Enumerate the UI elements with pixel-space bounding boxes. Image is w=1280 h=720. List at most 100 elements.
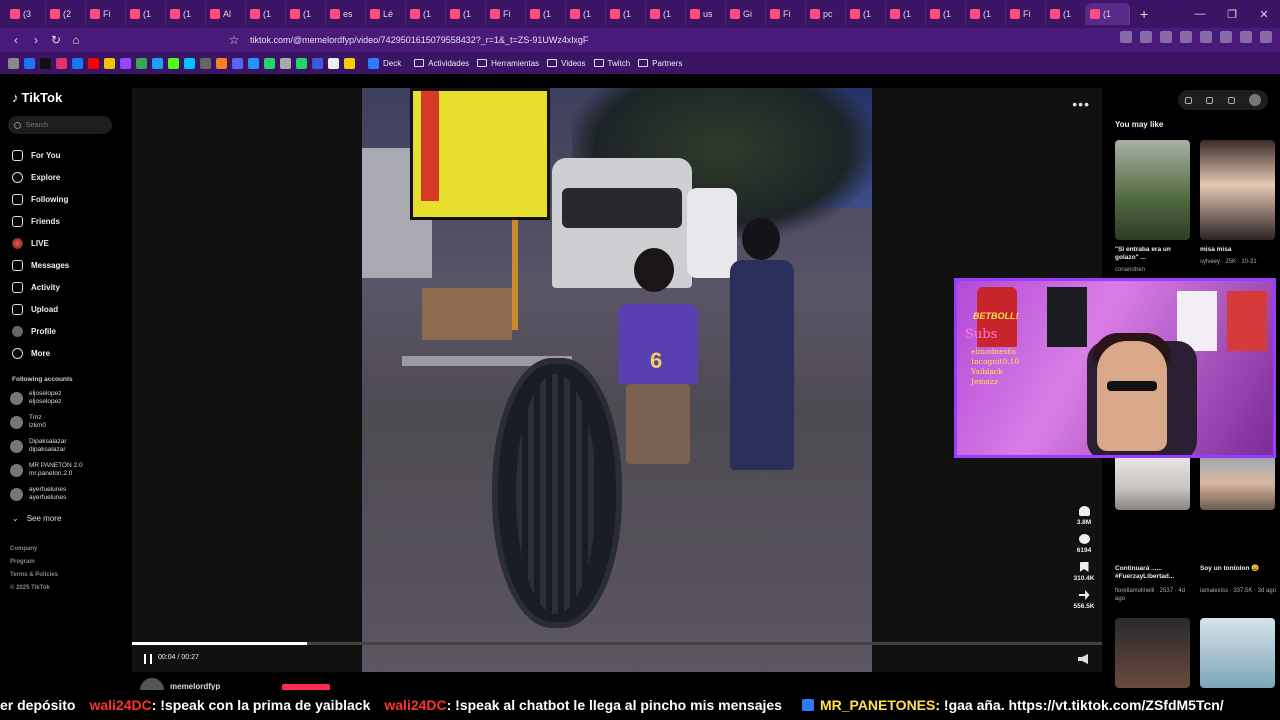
reload-icon[interactable]: ↻ <box>46 33 66 47</box>
footer-link[interactable]: Program <box>10 559 35 565</box>
sidebar-item-explore[interactable]: Explore <box>12 166 69 188</box>
extension-icon[interactable] <box>1220 31 1232 43</box>
restore-icon[interactable]: ❐ <box>1216 8 1248 21</box>
bookmark-icon[interactable] <box>200 57 211 69</box>
browser-tab[interactable]: Fi <box>766 3 806 25</box>
following-account[interactable]: ayerfuelunes ayerfuelunes <box>10 482 66 506</box>
sidebar-item-upload[interactable]: Upload <box>12 298 69 320</box>
sidebar-item-messages[interactable]: Messages <box>12 254 69 276</box>
bookmark-icon[interactable] <box>152 57 163 69</box>
action-heart[interactable]: 3.8M <box>1070 506 1098 526</box>
browser-tab[interactable]: Fi <box>486 3 526 25</box>
sidebar-item-more[interactable]: More <box>12 342 69 364</box>
browser-tab[interactable]: (1 <box>966 3 1006 25</box>
browser-tab[interactable]: (1 <box>406 3 446 25</box>
bookmark-icon[interactable] <box>328 57 339 69</box>
bookmark-folder[interactable]: Herramientas <box>477 59 539 68</box>
tiktok-logo[interactable]: ♪ TikTok <box>12 90 62 105</box>
bookmark-icon[interactable] <box>216 57 227 69</box>
bookmark-folder[interactable]: Videos <box>547 59 586 68</box>
progress-bar[interactable] <box>132 642 1102 645</box>
bookmark-icon[interactable] <box>56 57 67 69</box>
browser-tab[interactable]: (2 <box>46 3 86 25</box>
video-thumbnail[interactable] <box>1115 618 1190 688</box>
bookmark-icon[interactable] <box>344 57 355 69</box>
bookmark-icon[interactable] <box>72 57 83 69</box>
sidebar-item-live[interactable]: LIVE <box>12 232 69 254</box>
extension-icon[interactable] <box>1240 31 1252 43</box>
browser-tab[interactable]: Fi <box>86 3 126 25</box>
browser-tab[interactable]: Al <box>206 3 246 25</box>
back-icon[interactable]: ‹ <box>6 33 26 47</box>
bookmark-icon[interactable] <box>88 57 99 69</box>
bookmark-icon[interactable] <box>264 57 275 69</box>
video-thumbnail[interactable] <box>1115 140 1190 240</box>
new-tab-icon[interactable]: + <box>1140 6 1148 22</box>
video-thumbnail[interactable] <box>1200 618 1275 688</box>
browser-tab[interactable]: Gi <box>726 3 766 25</box>
bookmark-deck[interactable]: Deck <box>368 57 401 69</box>
browser-tab[interactable]: (1 <box>566 3 606 25</box>
bookmark-star-icon[interactable]: ☆ <box>224 33 244 47</box>
browser-tab[interactable]: (1 <box>606 3 646 25</box>
bookmark-icon[interactable] <box>296 57 307 69</box>
browser-tab[interactable]: pc <box>806 3 846 25</box>
browser-tab[interactable]: (1 <box>446 3 486 25</box>
video-thumbnail[interactable] <box>1200 140 1275 240</box>
extension-icon[interactable] <box>1200 31 1212 43</box>
action-comment[interactable]: 6194 <box>1070 534 1098 554</box>
address-bar[interactable]: ☆ tiktok.com/@memelordfyp/video/74295016… <box>229 30 970 50</box>
browser-tab[interactable]: (1 <box>126 3 166 25</box>
video-frame[interactable]: 6 <box>362 88 872 672</box>
video-thumbnail[interactable] <box>1115 455 1190 510</box>
coin-icon[interactable] <box>1185 96 1193 104</box>
apps-icon[interactable] <box>8 57 19 69</box>
download-icon[interactable] <box>1227 96 1235 104</box>
bookmark-folder[interactable]: Twitch <box>593 59 630 68</box>
browser-tab[interactable]: Fi <box>1006 3 1046 25</box>
bookmark-icon[interactable] <box>248 57 259 69</box>
device-icon[interactable] <box>1206 96 1214 104</box>
minimize-icon[interactable]: — <box>1184 8 1216 20</box>
browser-tab[interactable]: (1 <box>286 3 326 25</box>
sidebar-item-for-you[interactable]: For You <box>12 144 69 166</box>
following-account[interactable]: MR PANETON 2.0 mr.paneton.2.0 <box>10 458 83 482</box>
bookmark-icon[interactable] <box>168 57 179 69</box>
bookmark-icon[interactable] <box>120 57 131 69</box>
bookmark-icon[interactable] <box>312 57 323 69</box>
browser-tab[interactable]: es <box>326 3 366 25</box>
action-bookmark[interactable]: 310.4K <box>1070 562 1098 582</box>
close-window-icon[interactable]: ✕ <box>1248 8 1280 21</box>
bookmark-folder[interactable]: Partners <box>638 59 682 68</box>
browser-tab[interactable]: us <box>686 3 726 25</box>
see-more-button[interactable]: ⌄ See more <box>12 514 61 523</box>
bookmark-icon[interactable] <box>232 57 243 69</box>
extension-icon[interactable] <box>1120 31 1132 43</box>
bookmark-icon[interactable] <box>184 57 195 69</box>
sidebar-item-following[interactable]: Following <box>12 188 69 210</box>
following-account[interactable]: Tmz lzkm0 <box>10 410 46 434</box>
bookmark-icon[interactable] <box>136 57 147 69</box>
bookmark-icon[interactable] <box>280 57 291 69</box>
following-account[interactable]: Dipaksalazar dipaksalazar <box>10 434 67 458</box>
browser-tab[interactable]: (1 <box>926 3 966 25</box>
extension-icon[interactable] <box>1160 31 1172 43</box>
browser-tab[interactable]: (1 <box>526 3 566 25</box>
browser-tab[interactable]: (1 <box>886 3 926 25</box>
browser-tab[interactable]: (1 <box>646 3 686 25</box>
bookmark-icon[interactable] <box>104 57 115 69</box>
home-icon[interactable]: ⌂ <box>66 33 86 47</box>
following-account[interactable]: eljoselopez eljoselopez <box>10 386 62 410</box>
browser-tab[interactable]: Lé <box>366 3 406 25</box>
browser-tab[interactable]: (1 <box>1046 3 1086 25</box>
extension-icon[interactable] <box>1140 31 1152 43</box>
video-thumbnail[interactable] <box>1200 455 1275 510</box>
bookmark-icon[interactable] <box>24 57 35 69</box>
browser-tab[interactable]: (1 <box>846 3 886 25</box>
browser-tab[interactable]: (3 <box>6 3 46 25</box>
footer-link[interactable]: Company <box>10 546 37 552</box>
avatar[interactable] <box>1248 94 1261 106</box>
sidebar-item-friends[interactable]: Friends <box>12 210 69 232</box>
pause-icon[interactable] <box>144 654 152 664</box>
volume-icon[interactable] <box>1078 654 1088 664</box>
